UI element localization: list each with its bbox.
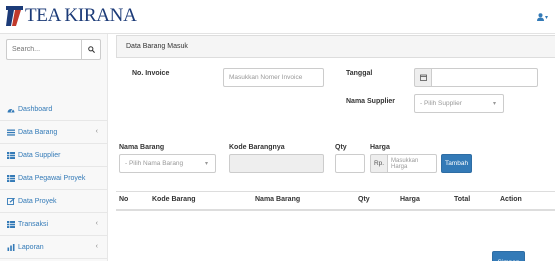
kode-input[interactable] bbox=[229, 154, 324, 173]
edit-icon bbox=[6, 197, 15, 205]
invoice-input[interactable]: Masukkan Nomer Invoice bbox=[223, 68, 324, 87]
invoice-placeholder: Masukkan Nomer Invoice bbox=[229, 74, 303, 81]
chevron-down-icon: ▾ bbox=[544, 14, 548, 21]
chevron-down-icon: ▾ bbox=[492, 101, 496, 107]
simpan-button[interactable]: Simpan bbox=[492, 251, 525, 261]
table-icon bbox=[6, 174, 15, 182]
main-content: Data Barang Masuk No. Invoice Masukkan N… bbox=[108, 34, 555, 261]
sidebar-item-label: Laporan bbox=[18, 243, 44, 251]
tanggal-label: Tanggal bbox=[346, 70, 373, 77]
harga-input[interactable]: Masukkan Harga bbox=[387, 154, 437, 173]
supplier-select[interactable]: - Pilih Supplier ▾ bbox=[414, 94, 504, 113]
sidebar-item-data-pegawai-proyek[interactable]: Data Pegawai Proyek bbox=[0, 167, 107, 190]
chevron-down-icon: ▾ bbox=[204, 161, 208, 167]
sidebar-item-data-barang[interactable]: Data Barang ‹ bbox=[0, 121, 107, 144]
table-icon bbox=[6, 220, 15, 228]
sidebar-item-transaksi[interactable]: Transaksi ‹ bbox=[0, 213, 107, 236]
column-header-action[interactable]: Action bbox=[500, 196, 522, 203]
barang-select[interactable]: - Pilih Nama Barang ▾ bbox=[119, 154, 216, 173]
column-header-total[interactable]: Total bbox=[454, 196, 470, 203]
invoice-label: No. Invoice bbox=[132, 70, 170, 77]
column-header-nama-barang[interactable]: Nama Barang bbox=[255, 196, 300, 203]
supplier-select-value: - Pilih Supplier bbox=[420, 100, 462, 107]
chevron-left-icon: ‹ bbox=[95, 128, 98, 135]
qty-input[interactable] bbox=[335, 154, 365, 173]
logo-mark-icon bbox=[6, 6, 23, 26]
panel-heading: Data Barang Masuk bbox=[116, 35, 555, 58]
calendar-addon[interactable] bbox=[414, 68, 432, 87]
search-button[interactable] bbox=[81, 40, 100, 59]
sidebar-item-data-supplier[interactable]: Data Supplier bbox=[0, 144, 107, 167]
user-icon bbox=[536, 13, 544, 21]
sidebar-item-laporan[interactable]: Laporan ‹ bbox=[0, 236, 107, 259]
logo-text: TEA KIRANA bbox=[25, 5, 137, 26]
sidebar-item-label: Dashboard bbox=[18, 105, 53, 113]
brand-logo[interactable]: TEA KIRANA bbox=[6, 4, 137, 28]
column-header-no[interactable]: No bbox=[119, 196, 128, 203]
harga-placeholder: Masukkan Harga bbox=[391, 157, 419, 170]
barang-select-value: - Pilih Nama Barang bbox=[125, 160, 184, 167]
list-icon bbox=[6, 128, 15, 136]
sidebar-item-label: Data Pegawai Proyek bbox=[18, 174, 86, 182]
sidebar-item-dashboard[interactable]: Dashboard bbox=[0, 98, 107, 121]
search-icon bbox=[87, 46, 95, 53]
chevron-left-icon: ‹ bbox=[95, 243, 98, 250]
calendar-icon bbox=[419, 74, 427, 81]
sidebar-search bbox=[6, 39, 101, 60]
sidebar-item-label: Transaksi bbox=[18, 220, 49, 228]
supplier-label: Nama Supplier bbox=[346, 98, 396, 105]
panel-title: Data Barang Masuk bbox=[126, 43, 188, 50]
tambah-button[interactable]: Tambah bbox=[441, 154, 472, 173]
qty-label: Qty bbox=[335, 144, 347, 151]
kode-label: Kode Barangnya bbox=[229, 144, 285, 151]
bar-chart-icon bbox=[6, 243, 15, 251]
harga-prefix: Rp. bbox=[370, 154, 388, 173]
sidebar-item-label: Data Supplier bbox=[18, 151, 61, 159]
sidebar-item-label: Data Barang bbox=[18, 128, 58, 136]
column-header-harga[interactable]: Harga bbox=[400, 196, 420, 203]
sidebar-item-label: Data Proyek bbox=[18, 197, 57, 205]
table-icon bbox=[6, 151, 15, 159]
barang-label: Nama Barang bbox=[119, 144, 165, 151]
search-input[interactable] bbox=[7, 40, 81, 59]
chevron-left-icon: ‹ bbox=[95, 220, 98, 227]
tanggal-input[interactable] bbox=[431, 68, 538, 87]
user-menu[interactable]: ▾ bbox=[536, 13, 548, 21]
column-header-qty[interactable]: Qty bbox=[358, 196, 370, 203]
column-header-kode-barang[interactable]: Kode Barang bbox=[152, 196, 196, 203]
dashboard-icon bbox=[6, 105, 15, 113]
top-navbar: TEA KIRANA ▾ bbox=[0, 0, 555, 34]
harga-label: Harga bbox=[370, 144, 390, 151]
sidebar-item-data-proyek[interactable]: Data Proyek bbox=[0, 190, 107, 213]
